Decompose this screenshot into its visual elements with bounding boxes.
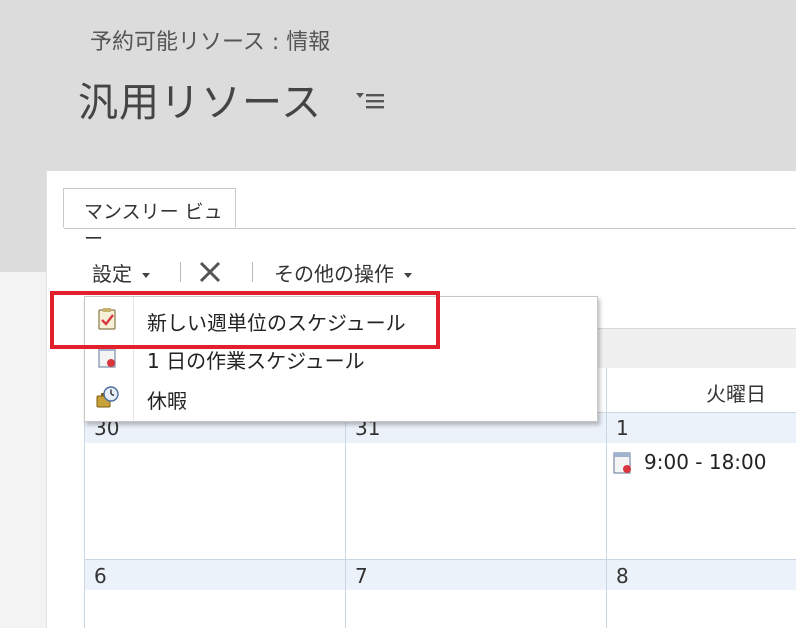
schedule-entry-icon <box>613 452 631 474</box>
entity-type-label: 予約可能リソース : 情報 <box>90 30 331 55</box>
day-cell-date[interactable]: 1 <box>616 416 629 440</box>
day-cell-date[interactable]: 8 <box>616 564 629 588</box>
tab-label: マンスリー ビュー <box>84 201 223 250</box>
grid-line <box>606 368 607 628</box>
menu-item-label: 1 日の作業スケジュール <box>147 349 365 373</box>
tab-monthly-view[interactable]: マンスリー ビュー <box>63 188 236 250</box>
week-band <box>84 560 796 590</box>
highlight-annotation <box>50 291 440 349</box>
menu-item-label: 休暇 <box>147 389 187 413</box>
toolbar-separator <box>252 262 253 282</box>
form-selector-icon[interactable] <box>356 90 386 110</box>
close-icon <box>199 261 221 283</box>
day-cell-date[interactable]: 7 <box>355 564 368 588</box>
settings-dropdown[interactable]: 設定 <box>92 258 150 287</box>
day-cell-date[interactable]: 6 <box>94 564 107 588</box>
day-name-tuesday: 火曜日 <box>706 382 766 406</box>
chevron-down-icon <box>142 273 150 278</box>
other-actions-dropdown[interactable]: その他の操作 <box>274 258 412 287</box>
other-actions-label: その他の操作 <box>274 262 394 286</box>
settings-label: 設定 <box>92 262 132 286</box>
toolbar-separator <box>180 262 181 282</box>
schedule-entry-time: 9:00 - 18:00 <box>644 450 767 474</box>
entity-name-title: 汎用リソース <box>78 80 322 126</box>
menu-item-time-off[interactable]: 休暇 <box>85 379 597 417</box>
time-off-icon <box>96 386 119 408</box>
delete-button[interactable] <box>198 260 222 289</box>
chevron-down-icon <box>404 273 412 278</box>
